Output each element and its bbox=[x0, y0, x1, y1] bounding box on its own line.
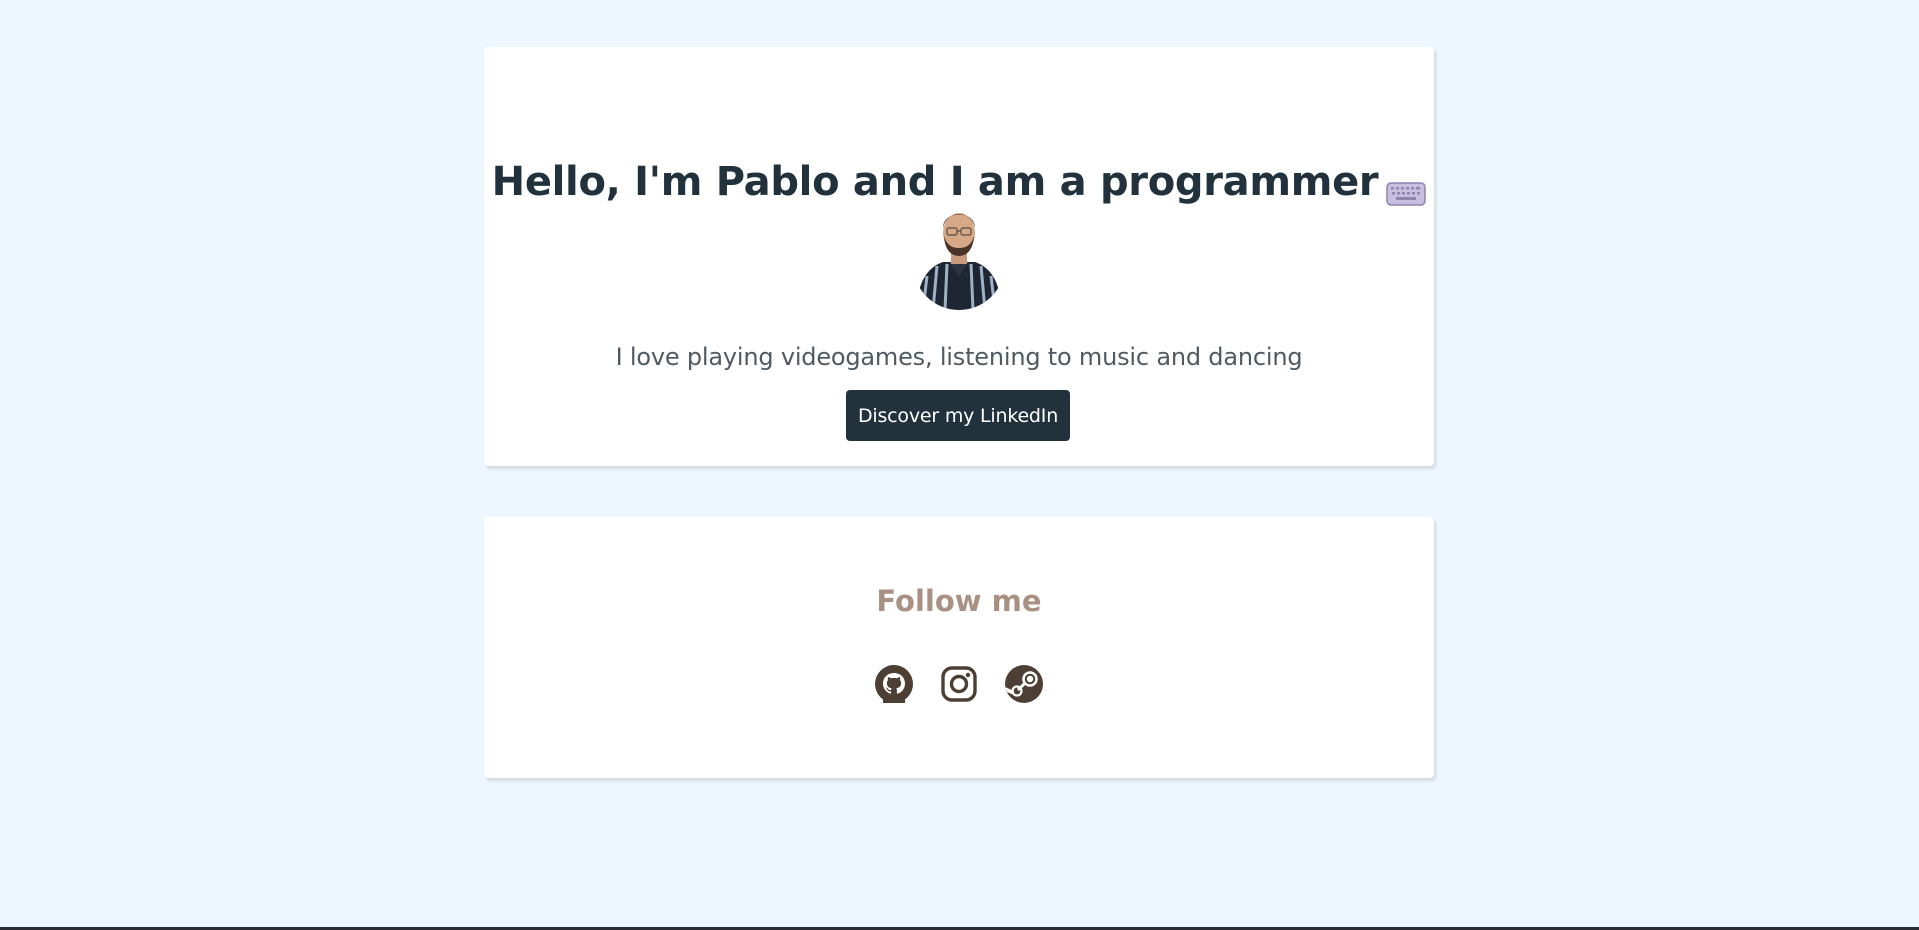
page: Hello, I'm Pablo and I am a programmer I… bbox=[0, 0, 1919, 930]
follow-title: Follow me bbox=[876, 584, 1042, 618]
avatar bbox=[913, 200, 1005, 310]
page-title-text: Hello, I'm Pablo and I am a programmer bbox=[491, 159, 1379, 205]
linkedin-button[interactable]: Discover my LinkedIn bbox=[846, 390, 1070, 441]
github-link[interactable] bbox=[875, 665, 913, 703]
tagline: I love playing videogames, listening to … bbox=[615, 343, 1303, 371]
social-links bbox=[875, 665, 1043, 703]
intro-card: Hello, I'm Pablo and I am a programmer I… bbox=[484, 47, 1434, 466]
instagram-icon bbox=[941, 666, 977, 702]
keyboard-icon bbox=[1386, 172, 1427, 206]
page-title: Hello, I'm Pablo and I am a programmer bbox=[484, 159, 1434, 206]
follow-card bbox=[484, 517, 1434, 778]
steam-link[interactable] bbox=[1005, 665, 1043, 703]
github-icon bbox=[875, 665, 913, 703]
instagram-link[interactable] bbox=[940, 665, 978, 703]
steam-icon bbox=[1005, 665, 1043, 703]
